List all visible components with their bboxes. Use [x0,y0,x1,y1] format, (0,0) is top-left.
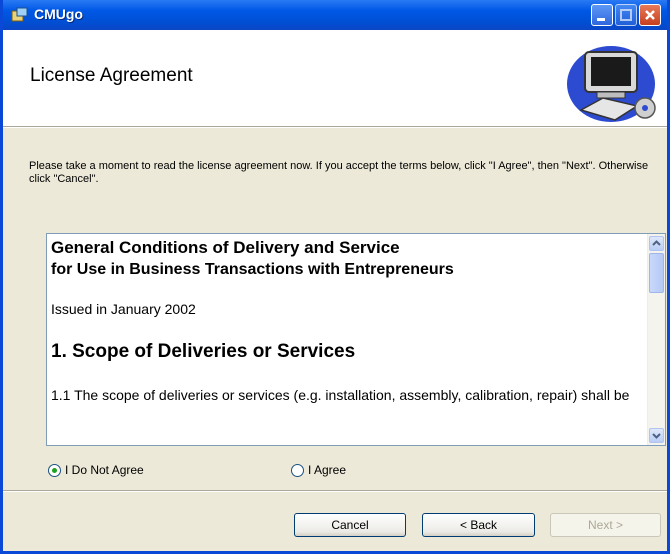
scroll-up-button[interactable] [649,236,664,251]
chevron-up-icon [652,240,661,246]
title-bar[interactable]: CMUgo [3,0,667,30]
do-not-agree-radio[interactable] [48,463,61,477]
maximize-button [615,4,637,26]
header-banner: License Agreement [3,30,667,126]
license-issued-date: Issued in January 2002 [51,301,196,317]
installer-window: CMUgo License Agreement Please take a mo… [0,0,670,554]
minimize-button[interactable] [591,4,613,26]
cancel-button[interactable]: Cancel [294,513,406,537]
computer-icon [563,40,663,131]
agree-radio[interactable] [291,463,304,477]
header-divider [3,126,667,128]
close-button[interactable] [639,4,661,26]
footer-divider [3,490,667,492]
agree-label: I Agree [308,463,347,477]
license-text-box[interactable]: General Conditions of Delivery and Servi… [46,233,666,446]
app-icon [11,7,28,23]
license-scrollbar[interactable] [647,234,665,445]
instructions-text: Please take a moment to read the license… [29,160,649,185]
agree-option[interactable]: I Agree [291,463,346,477]
license-section-text: 1.1 The scope of deliveries or services … [51,387,630,403]
license-heading-line1: General Conditions of Delivery and Servi… [51,238,400,257]
chevron-down-icon [652,433,661,439]
scroll-down-button[interactable] [649,428,664,443]
window-title: CMUgo [34,6,83,22]
page-title: License Agreement [30,65,193,86]
license-section-title: 1. Scope of Deliveries or Services [51,341,356,362]
do-not-agree-option[interactable]: I Do Not Agree [48,463,144,477]
back-button[interactable]: < Back [422,513,535,537]
scroll-thumb[interactable] [649,253,664,293]
license-content: General Conditions of Delivery and Servi… [51,237,639,404]
do-not-agree-label: I Do Not Agree [65,463,144,477]
license-heading-line2: for Use in Business Transactions with En… [51,261,454,278]
next-button: Next > [550,513,661,537]
